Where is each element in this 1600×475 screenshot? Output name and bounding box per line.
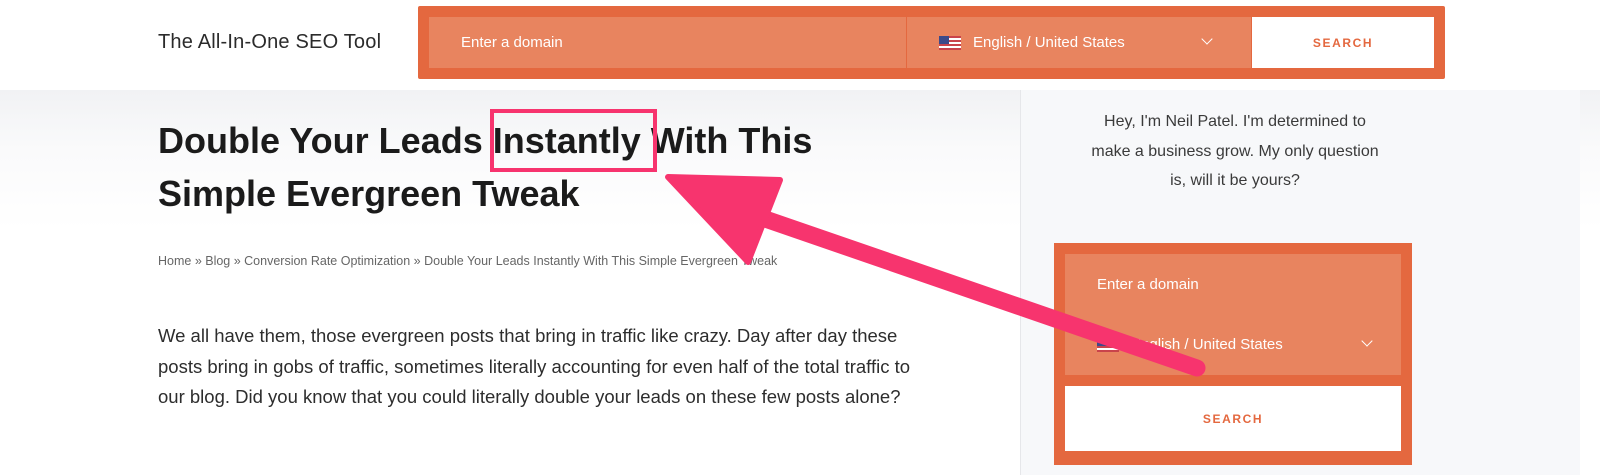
annotation-arrow-icon [665, 174, 1206, 377]
